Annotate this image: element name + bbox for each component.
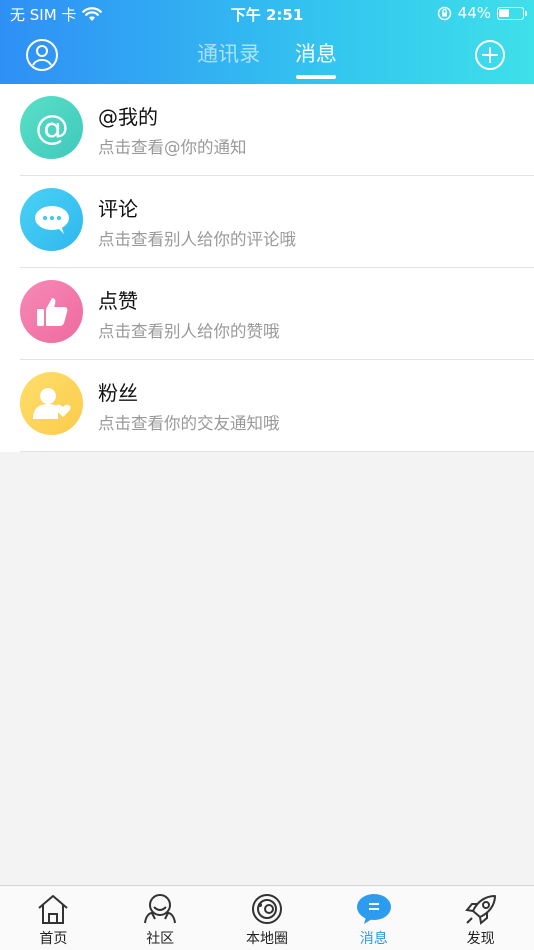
home-icon — [38, 895, 69, 924]
tab-contacts[interactable]: 通讯录 — [197, 38, 260, 76]
item-title: 粉丝 — [98, 381, 138, 405]
divider — [20, 451, 534, 452]
list-item-mentions[interactable]: @ @我的 点击查看@你的通知 — [0, 84, 534, 176]
item-title: 评论 — [98, 197, 138, 221]
message-icon — [356, 894, 391, 924]
tab-local-circle[interactable]: 本地圈 — [214, 886, 321, 950]
item-subtitle: 点击查看别人给你的赞哦 — [98, 322, 280, 341]
tab-label: 消息 — [359, 931, 388, 947]
message-list: @ @我的 点击查看@你的通知 评论 点击查看别人给你的评论哦 点赞 点击查看别… — [0, 84, 534, 452]
tab-home[interactable]: 首页 — [0, 886, 107, 950]
list-item-fans[interactable]: 粉丝 点击查看你的交友通知哦 — [0, 360, 534, 452]
bottom-tab-bar: 首页 社区 本地圈 消息 发现 — [0, 885, 534, 950]
add-circle-icon[interactable] — [473, 38, 507, 72]
orientation-lock-icon — [437, 6, 451, 20]
item-subtitle: 点击查看别人给你的评论哦 — [98, 230, 296, 249]
battery-icon — [497, 6, 527, 20]
at-icon: @ — [20, 96, 83, 159]
tab-discover[interactable]: 发现 — [427, 886, 534, 950]
item-subtitle: 点击查看@你的通知 — [98, 138, 247, 157]
local-circle-icon — [251, 894, 282, 924]
item-subtitle: 点击查看你的交友通知哦 — [98, 414, 280, 433]
item-title: @我的 — [98, 105, 158, 129]
tab-community[interactable]: 社区 — [107, 886, 214, 950]
svg-text:@: @ — [35, 108, 69, 148]
thumbs-up-icon — [20, 280, 83, 343]
rocket-icon — [464, 895, 496, 925]
tab-messages-bottom[interactable]: 消息 — [320, 886, 427, 950]
fan-icon — [20, 372, 83, 435]
list-item-likes[interactable]: 点赞 点击查看别人给你的赞哦 — [0, 268, 534, 360]
header: 无 SIM 卡 下午 2:51 44% 通讯录 消息 — [0, 0, 534, 84]
item-title: 点赞 — [98, 289, 138, 313]
tab-label: 发现 — [466, 931, 495, 947]
tab-label: 本地圈 — [245, 931, 288, 947]
battery-percent: 44% — [457, 4, 491, 22]
tab-label: 社区 — [146, 931, 175, 947]
comment-icon — [20, 188, 83, 251]
tab-label: 首页 — [39, 931, 68, 947]
status-bar: 无 SIM 卡 下午 2:51 44% — [0, 0, 534, 28]
community-icon — [144, 894, 177, 924]
list-item-comments[interactable]: 评论 点击查看别人给你的评论哦 — [0, 176, 534, 268]
tab-messages[interactable]: 消息 — [295, 38, 337, 79]
